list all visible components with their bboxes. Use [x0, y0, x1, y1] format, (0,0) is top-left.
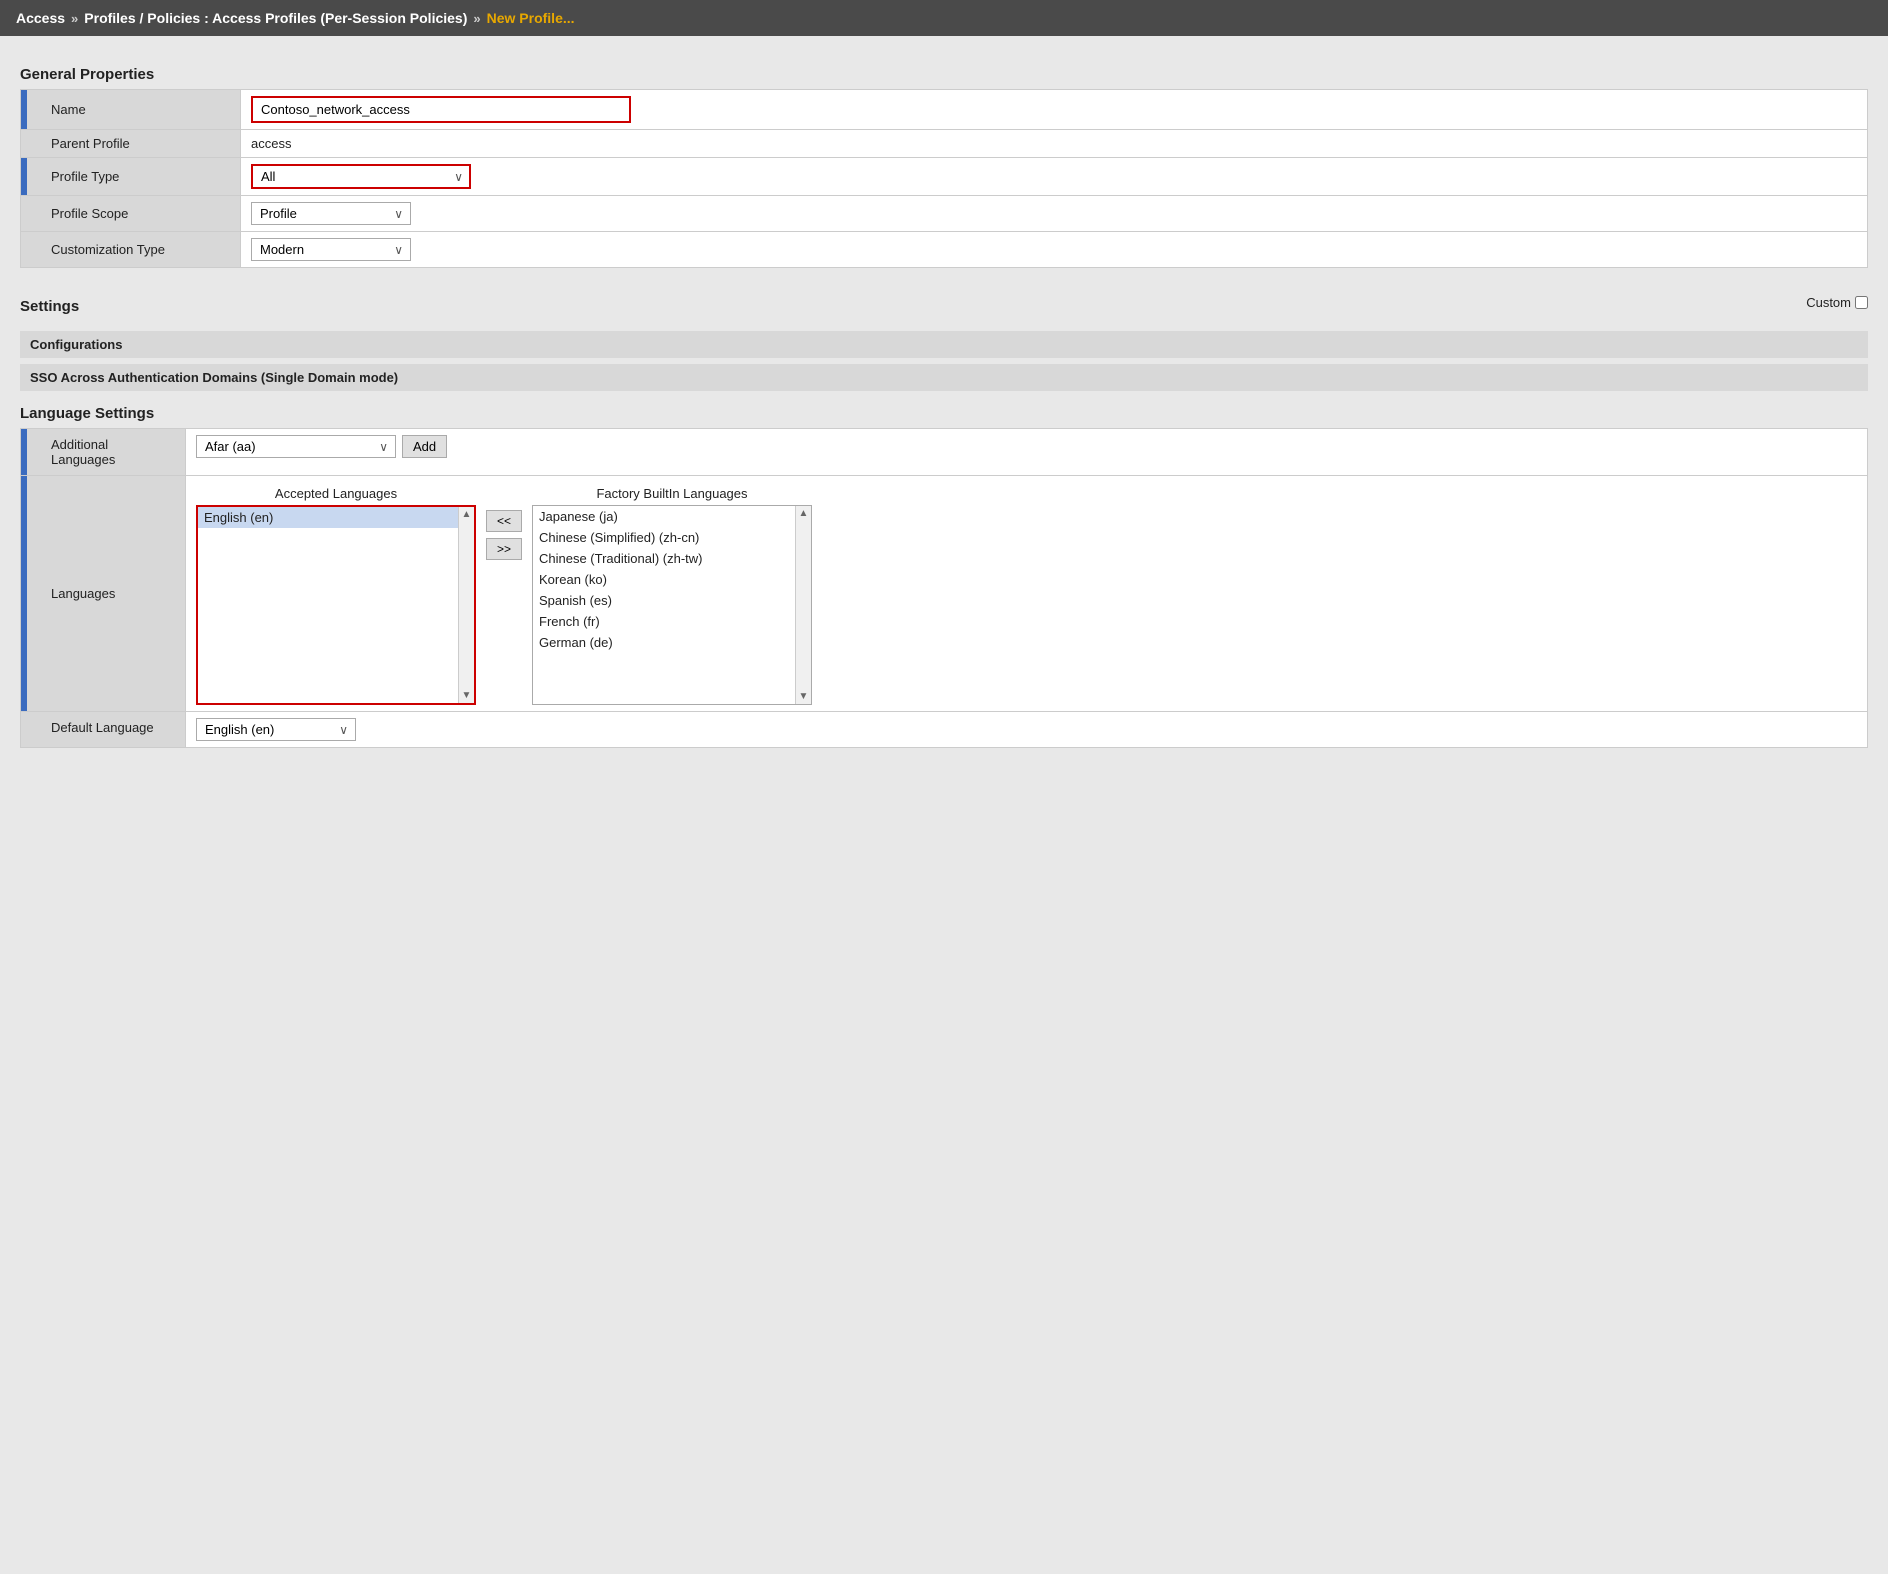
add-lang-row: Afar (aa) Abkhazian (ab) Afrikaans (af) … — [196, 435, 1857, 458]
custom-checkbox[interactable] — [1855, 296, 1868, 309]
parent-profile-label: Parent Profile — [21, 130, 241, 158]
transfer-right-button[interactable]: >> — [486, 538, 522, 560]
list-item[interactable]: German (de) — [533, 632, 795, 653]
factory-languages-label: Factory BuiltIn Languages — [532, 482, 812, 505]
customization-type-value-cell: Modern Standard — [241, 232, 1868, 268]
list-item[interactable]: Chinese (Simplified) (zh-cn) — [533, 527, 795, 548]
name-row: Name — [21, 90, 1868, 130]
customization-type-row: Customization Type Modern Standard — [21, 232, 1868, 268]
general-properties-table: Name Parent Profile access Profile Type — [20, 89, 1868, 268]
settings-heading: Settings — [20, 298, 79, 315]
parent-profile-value-cell: access — [241, 130, 1868, 158]
factory-scroll-down[interactable]: ▼ — [799, 691, 809, 702]
additional-languages-row: Additional Languages Afar (aa) Abkhazian… — [21, 429, 1868, 476]
breadcrumb-bar: Access » Profiles / Policies : Access Pr… — [0, 0, 1888, 36]
add-language-button[interactable]: Add — [402, 435, 447, 458]
list-item[interactable]: Japanese (ja) — [533, 506, 795, 527]
additional-lang-select[interactable]: Afar (aa) Abkhazian (ab) Afrikaans (af) … — [196, 435, 396, 458]
custom-checkbox-area: Custom — [1806, 295, 1868, 310]
default-language-label: Default Language — [21, 712, 186, 748]
list-item[interactable]: Chinese (Traditional) (zh-tw) — [533, 548, 795, 569]
list-item[interactable]: French (fr) — [533, 611, 795, 632]
general-properties-heading: General Properties — [20, 66, 1868, 83]
default-language-value-cell: English (en) Japanese (ja) French (fr) G… — [186, 712, 1868, 748]
profile-type-select-wrapper: All LTM-APM SSL-VPN Portal Access — [251, 164, 471, 189]
accepted-languages-listbox-outer: English (en) ▲ ▼ — [196, 505, 476, 705]
accepted-scrollbar: ▲ ▼ — [458, 507, 474, 703]
factory-languages-listbox-inner[interactable]: Japanese (ja) Chinese (Simplified) (zh-c… — [533, 506, 795, 704]
profile-type-row: Profile Type All LTM-APM SSL-VPN Portal … — [21, 158, 1868, 196]
profile-scope-select[interactable]: Profile Global Named — [251, 202, 411, 225]
name-label: Name — [21, 90, 241, 130]
breadcrumb-new-profile: New Profile... — [487, 10, 575, 26]
parent-profile-row: Parent Profile access — [21, 130, 1868, 158]
profile-scope-value-cell: Profile Global Named — [241, 196, 1868, 232]
factory-languages-listbox-outer: Japanese (ja) Chinese (Simplified) (zh-c… — [532, 505, 812, 705]
languages-value-cell: Accepted Languages English (en) ▲ ▼ — [186, 476, 1868, 712]
accepted-scroll-up[interactable]: ▲ — [462, 509, 472, 520]
configurations-heading: Configurations — [30, 337, 122, 352]
transfer-left-button[interactable]: << — [486, 510, 522, 532]
language-settings-table: Additional Languages Afar (aa) Abkhazian… — [20, 428, 1868, 748]
customization-type-select-wrapper: Modern Standard — [251, 238, 411, 261]
parent-profile-value: access — [251, 132, 291, 155]
profile-type-label: Profile Type — [21, 158, 241, 196]
breadcrumb-arrow-1: » — [71, 11, 78, 26]
factory-languages-wrapper: Factory BuiltIn Languages Japanese (ja) … — [532, 482, 812, 705]
languages-label: Languages — [21, 476, 186, 712]
transfer-buttons: << >> — [476, 510, 532, 560]
default-language-select-wrapper: English (en) Japanese (ja) French (fr) G… — [196, 718, 356, 741]
settings-row: Settings Custom — [20, 284, 1868, 321]
customization-type-label: Customization Type — [21, 232, 241, 268]
additional-languages-label: Additional Languages — [21, 429, 186, 476]
accepted-scroll-down[interactable]: ▼ — [462, 690, 472, 701]
additional-lang-select-wrapper: Afar (aa) Abkhazian (ab) Afrikaans (af) … — [196, 435, 396, 458]
breadcrumb-profiles: Profiles / Policies : Access Profiles (P… — [84, 10, 467, 26]
name-input[interactable] — [251, 96, 631, 123]
custom-label: Custom — [1806, 295, 1851, 310]
name-value-cell — [241, 90, 1868, 130]
main-content: General Properties Name Parent Profile a… — [0, 36, 1888, 764]
sso-heading: SSO Across Authentication Domains (Singl… — [30, 370, 398, 385]
dual-list-container: Accepted Languages English (en) ▲ ▼ — [196, 482, 1857, 705]
breadcrumb-access: Access — [16, 10, 65, 26]
default-language-row: Default Language English (en) Japanese (… — [21, 712, 1868, 748]
list-item[interactable]: Spanish (es) — [533, 590, 795, 611]
default-lang-area: English (en) Japanese (ja) French (fr) G… — [196, 718, 1857, 741]
sso-section: SSO Across Authentication Domains (Singl… — [20, 364, 1868, 391]
profile-type-value-cell: All LTM-APM SSL-VPN Portal Access — [241, 158, 1868, 196]
profile-scope-row: Profile Scope Profile Global Named — [21, 196, 1868, 232]
profile-type-select[interactable]: All LTM-APM SSL-VPN Portal Access — [251, 164, 471, 189]
language-settings-heading: Language Settings — [20, 405, 1868, 422]
default-language-select[interactable]: English (en) Japanese (ja) French (fr) G… — [196, 718, 356, 741]
accepted-languages-wrapper: Accepted Languages English (en) ▲ ▼ — [196, 482, 476, 705]
profile-scope-label: Profile Scope — [21, 196, 241, 232]
customization-type-select[interactable]: Modern Standard — [251, 238, 411, 261]
breadcrumb-arrow-2: » — [473, 11, 480, 26]
additional-languages-value-cell: Afar (aa) Abkhazian (ab) Afrikaans (af) … — [186, 429, 1868, 476]
settings-section: Settings Custom — [20, 284, 1868, 321]
accepted-languages-listbox-inner[interactable]: English (en) — [198, 507, 458, 703]
list-item[interactable]: English (en) — [198, 507, 458, 528]
factory-scroll-up[interactable]: ▲ — [799, 508, 809, 519]
profile-scope-select-wrapper: Profile Global Named — [251, 202, 411, 225]
factory-scrollbar: ▲ ▼ — [795, 506, 811, 704]
languages-row: Languages Accepted Languages English (en… — [21, 476, 1868, 712]
configurations-section: Configurations — [20, 331, 1868, 358]
list-item[interactable]: Korean (ko) — [533, 569, 795, 590]
accepted-languages-label: Accepted Languages — [196, 482, 476, 505]
